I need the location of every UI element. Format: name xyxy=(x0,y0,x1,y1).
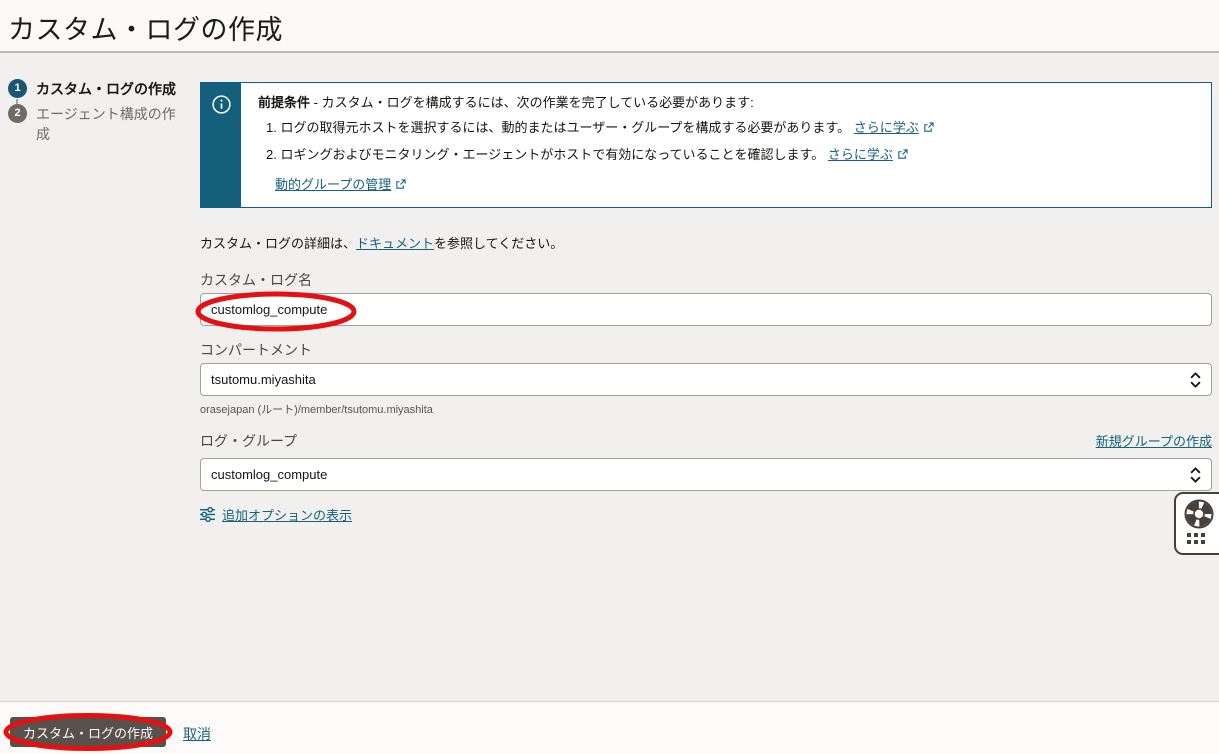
sliders-icon xyxy=(199,506,216,523)
compartment-path-helper: orasejapan (ルート)/member/tsutomu.miyashit… xyxy=(200,401,433,417)
page-header: カスタム・ログの作成 xyxy=(0,0,1219,53)
log-name-input[interactable] xyxy=(200,293,1212,326)
show-additional-options-link[interactable]: 追加オプションの表示 xyxy=(222,505,352,524)
info-banner-stripe xyxy=(201,83,241,207)
manage-dynamic-groups-row: 動的グループの管理 xyxy=(275,176,934,194)
info-icon xyxy=(211,94,232,115)
log-name-label: カスタム・ログ名 xyxy=(200,270,312,290)
doc-note-after: を参照してください。 xyxy=(434,236,563,251)
external-link-icon xyxy=(897,149,908,160)
compartment-selected-value: tsutomu.miyashita xyxy=(211,372,316,387)
documentation-link[interactable]: ドキュメント xyxy=(356,236,434,251)
grid-dots-icon xyxy=(1187,533,1205,544)
prerequisites-heading-rest: - カスタム・ログを構成するには、次の作業を完了している必要があります: xyxy=(310,95,754,110)
step-number-badge: 2 xyxy=(8,104,27,123)
log-group-label: ログ・グループ xyxy=(200,431,297,451)
documentation-note: カスタム・ログの詳細は、ドキュメントを参照してください。 xyxy=(200,233,563,252)
compartment-label: コンパートメント xyxy=(200,340,312,360)
step-item-create-agent-config[interactable]: 2 エージェント構成の作成 xyxy=(8,104,192,144)
log-group-selected-value: customlog_compute xyxy=(211,467,327,482)
log-group-select[interactable]: customlog_compute xyxy=(200,458,1212,491)
log-group-label-row: ログ・グループ 新規グループの作成 xyxy=(200,431,1212,451)
prerequisite-item-1-text: 1. ログの取得元ホストを選択するには、動的またはユーザー・グループを構成する必… xyxy=(266,120,850,135)
chevron-updown-icon xyxy=(1190,372,1201,388)
prerequisite-item-1: 1. ログの取得元ホストを選択するには、動的またはユーザー・グループを構成する必… xyxy=(266,119,934,137)
doc-note-before: カスタム・ログの詳細は、 xyxy=(200,236,356,251)
prerequisites-info-banner: 前提条件 - カスタム・ログを構成するには、次の作業を完了している必要があります… xyxy=(200,82,1212,208)
chevron-updown-icon xyxy=(1190,467,1201,483)
cancel-link[interactable]: 取消 xyxy=(183,724,211,744)
prerequisite-item-2-text: 2. ロギングおよびモニタリング・エージェントがホストで有効になっていることを確… xyxy=(266,147,824,162)
external-link-icon xyxy=(923,122,934,133)
step-label: カスタム・ログの作成 xyxy=(36,79,188,99)
page-title: カスタム・ログの作成 xyxy=(8,8,283,47)
step-item-create-custom-log[interactable]: 1 カスタム・ログの作成 xyxy=(8,79,192,99)
prerequisites-heading: 前提条件 - カスタム・ログを構成するには、次の作業を完了している必要があります… xyxy=(258,94,934,112)
prerequisite-item-2: 2. ロギングおよびモニタリング・エージェントがホストで有効になっていることを確… xyxy=(266,146,934,164)
create-new-group-link[interactable]: 新規グループの作成 xyxy=(1096,431,1212,450)
lifebuoy-help-icon xyxy=(1183,498,1215,530)
manage-dynamic-groups-link[interactable]: 動的グループの管理 xyxy=(275,177,391,192)
external-link-icon xyxy=(395,179,406,190)
info-banner-content: 前提条件 - カスタム・ログを構成するには、次の作業を完了している必要があります… xyxy=(241,83,950,207)
prerequisites-heading-bold: 前提条件 xyxy=(258,95,310,110)
wizard-step-nav: 1 カスタム・ログの作成 2 エージェント構成の作成 xyxy=(8,79,192,144)
step-number-badge: 1 xyxy=(8,79,27,98)
help-support-widget[interactable] xyxy=(1174,492,1219,555)
create-custom-log-button[interactable]: カスタム・ログの作成 xyxy=(10,717,166,747)
compartment-select[interactable]: tsutomu.miyashita xyxy=(200,363,1212,396)
learn-more-link-1[interactable]: さらに学ぶ xyxy=(854,120,919,135)
step-label: エージェント構成の作成 xyxy=(36,104,188,144)
learn-more-link-2[interactable]: さらに学ぶ xyxy=(828,147,893,162)
additional-options-row: 追加オプションの表示 xyxy=(199,505,352,524)
